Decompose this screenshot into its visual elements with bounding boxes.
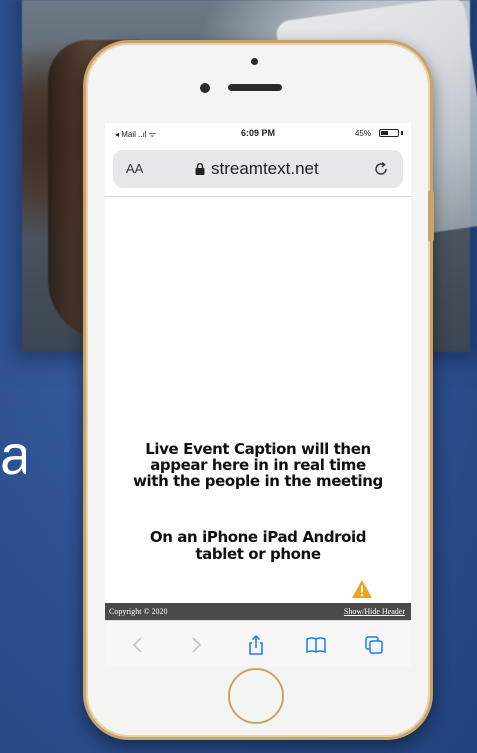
reload-icon[interactable] — [373, 161, 389, 177]
text-size-button[interactable]: AA — [126, 161, 143, 176]
bookmarks-icon[interactable] — [305, 634, 327, 656]
phone-screen: ◂ Mail ..ıl ᯤ 6:09 PM 45% AA streamtext.… — [105, 123, 411, 667]
home-button[interactable] — [228, 668, 284, 724]
tabs-icon[interactable] — [363, 634, 385, 656]
address-divider — [105, 196, 411, 197]
lock-icon — [195, 163, 205, 175]
warning-icon[interactable] — [351, 579, 373, 599]
address-bar[interactable]: AA streamtext.net — [113, 150, 403, 188]
share-icon[interactable] — [245, 634, 267, 656]
page-footer-bar: Copyright © 2020 Show/Hide Header — [105, 603, 411, 620]
show-hide-header-link[interactable]: Show/Hide Header — [344, 607, 405, 616]
proximity-sensor — [251, 58, 258, 65]
front-camera — [200, 83, 210, 93]
copyright-text: Copyright © 2020 — [109, 607, 168, 616]
caption-line: appear here in in real time — [150, 456, 366, 474]
status-bar: ◂ Mail ..ıl ᯤ 6:09 PM 45% — [105, 123, 411, 145]
caption-text-block: Live Event Caption will then appear here… — [105, 441, 411, 489]
forward-icon[interactable] — [185, 634, 207, 656]
back-icon[interactable] — [127, 634, 149, 656]
earpiece-speaker — [228, 84, 282, 91]
slide-text-fragment: a — [0, 423, 26, 486]
battery-icon — [379, 129, 399, 137]
caption-line: On an iPhone iPad Android — [149, 528, 367, 546]
caption-line: Live Event Caption will then — [145, 440, 371, 458]
safari-toolbar — [105, 620, 411, 667]
url-text[interactable]: streamtext.net — [211, 159, 319, 179]
caption-line: with the people in the meeting — [133, 472, 383, 490]
caption-text-block-2: On an iPhone iPad Android tablet or phon… — [105, 529, 411, 563]
battery-tip — [401, 131, 403, 135]
caption-line: tablet or phone — [195, 545, 321, 563]
battery-percent: 45% — [354, 129, 371, 138]
phone-side-button — [428, 190, 434, 242]
